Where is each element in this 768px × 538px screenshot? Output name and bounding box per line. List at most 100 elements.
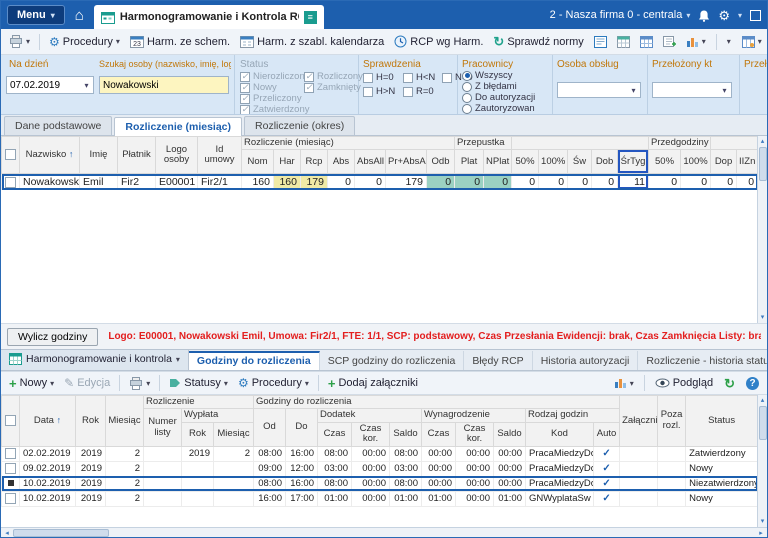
scroll-up-icon[interactable]: ▴ bbox=[761, 136, 765, 147]
checkbox-przeliczony[interactable]: ✓ Przeliczony bbox=[240, 93, 302, 104]
tab-godziny-do-rozliczenia[interactable]: Godziny do rozliczenia bbox=[188, 351, 320, 370]
col-miesiac[interactable]: Miesiąc bbox=[105, 395, 144, 447]
date-field[interactable] bbox=[7, 79, 80, 91]
cell-auto[interactable]: ✓ bbox=[592, 475, 621, 492]
scroll-thumb[interactable] bbox=[758, 406, 767, 440]
search-input[interactable] bbox=[100, 79, 228, 91]
col-50[interactable]: 50% bbox=[511, 149, 540, 175]
add-attachments-button[interactable]: + Dodaj załączniki bbox=[324, 375, 422, 392]
procedures-menu-lower[interactable]: ⚙ Procedury ▾ bbox=[234, 375, 313, 391]
checkbox-hgn[interactable]: H>N bbox=[363, 86, 395, 97]
checkbox-r0[interactable]: R=0 bbox=[403, 86, 434, 97]
col-nazwisko[interactable]: Nazwisko ↑ bbox=[19, 135, 80, 175]
menu-button[interactable]: Menu ▾ bbox=[7, 5, 65, 25]
col-odb[interactable]: Odb bbox=[425, 149, 456, 175]
radio-wszyscy[interactable]: Wszyscy bbox=[462, 70, 512, 81]
scroll-left-icon[interactable]: ◂ bbox=[1, 529, 13, 537]
window-icon[interactable] bbox=[750, 9, 761, 21]
checkbox-hn[interactable]: H<N bbox=[403, 72, 435, 83]
radio-do-autoryzacji[interactable]: Do autoryzacji bbox=[462, 92, 535, 103]
bell-icon[interactable] bbox=[698, 9, 710, 22]
preview-button[interactable]: Podgląd bbox=[651, 375, 717, 391]
company-selector[interactable]: 2 - Nasza firma 0 - centrala ▾ bbox=[550, 9, 691, 21]
vertical-scrollbar[interactable]: ▴ ▾ bbox=[757, 395, 767, 527]
refresh-button-lower[interactable]: ↻ bbox=[720, 375, 739, 392]
col-dop[interactable]: Dop bbox=[710, 149, 738, 175]
horizontal-scrollbar[interactable]: ◂ ▸ bbox=[1, 527, 767, 537]
statuses-menu[interactable]: Statusy ▾ bbox=[165, 375, 232, 391]
calculate-hours-button[interactable]: Wylicz godziny bbox=[7, 327, 99, 346]
view-columns-menu[interactable]: ▾ bbox=[738, 34, 766, 50]
col-sw[interactable]: Św bbox=[567, 149, 593, 175]
col-zalacznik[interactable]: Załącznik bbox=[619, 395, 659, 447]
col-status[interactable]: Status bbox=[685, 395, 759, 447]
col-data[interactable]: Data ↑ bbox=[19, 395, 76, 447]
select-all-header-lower[interactable] bbox=[1, 395, 20, 447]
col-wyn-czas[interactable]: Czas bbox=[421, 421, 456, 447]
col-wyn-saldo[interactable]: Saldo bbox=[493, 421, 526, 447]
rcp-entries-button[interactable] bbox=[590, 34, 611, 50]
row-select-cell[interactable] bbox=[1, 490, 20, 507]
checkbox-h0[interactable]: H=0 bbox=[363, 72, 394, 83]
col-iizn[interactable]: IIZn bbox=[736, 149, 759, 175]
summary-table-button[interactable] bbox=[636, 34, 657, 50]
new-button[interactable]: + Nowy ▾ bbox=[5, 375, 58, 392]
search-box[interactable] bbox=[99, 76, 229, 94]
scroll-thumb[interactable] bbox=[758, 147, 767, 181]
col-wyplata-miesiac[interactable]: Miesiąc bbox=[213, 421, 254, 447]
col-logo-osoby[interactable]: Logo osoby bbox=[155, 135, 198, 175]
scroll-thumb[interactable] bbox=[13, 528, 109, 537]
tab-rozliczenie-okres[interactable]: Rozliczenie (okres) bbox=[244, 116, 356, 135]
print-button[interactable]: ▾ bbox=[5, 33, 34, 50]
select-all-header[interactable] bbox=[1, 135, 20, 175]
tab-historia-autoryzacji[interactable]: Historia autoryzacji bbox=[533, 351, 639, 370]
col-numer-listy[interactable]: Numer listy bbox=[143, 408, 182, 447]
select-all-checkbox[interactable] bbox=[5, 149, 16, 161]
row-select-cell[interactable] bbox=[1, 445, 20, 462]
chevron-down-icon[interactable]: ▾ bbox=[718, 86, 731, 95]
col-dodatek-czas[interactable]: Czas bbox=[317, 421, 352, 447]
col-auto[interactable]: Auto bbox=[592, 421, 621, 447]
col-wyplata-rok[interactable]: Rok bbox=[181, 421, 214, 447]
col-rcp[interactable]: Rcp bbox=[300, 149, 328, 175]
tab-rozliczenie-historia[interactable]: Rozliczenie - historia statusów bbox=[638, 351, 767, 370]
date-input[interactable]: ▾ bbox=[6, 76, 94, 94]
col-id-umowy[interactable]: Id umowy bbox=[197, 135, 242, 175]
edit-button[interactable]: ✎ Edycja bbox=[60, 375, 114, 391]
harmonogram-from-schema-button[interactable]: 23 Harm. ze schem. bbox=[126, 33, 234, 50]
col-przed-50[interactable]: 50% bbox=[648, 149, 682, 175]
operator-select[interactable]: ▾ bbox=[557, 82, 641, 98]
checkbox-nierozliczony[interactable]: ✓ Nierozliczony bbox=[240, 71, 310, 82]
col-poza-rozl[interactable]: Poza rozl. bbox=[657, 395, 687, 447]
hours-row[interactable]: 02.02.2019 2019 2 2019 2 08:00 16:00 08:… bbox=[1, 445, 759, 462]
scroll-up-icon[interactable]: ▴ bbox=[761, 395, 765, 406]
col-przed-100[interactable]: 100% bbox=[680, 149, 712, 175]
radio-z-bledami[interactable]: Z błędami bbox=[462, 81, 517, 92]
col-do[interactable]: Do bbox=[285, 408, 318, 447]
row-select-cell[interactable] bbox=[1, 475, 20, 492]
scroll-down-icon[interactable]: ▾ bbox=[761, 312, 765, 323]
help-button-lower[interactable]: ? bbox=[742, 375, 763, 392]
rcp-by-harmonogram-button[interactable]: RCP wg Harm. bbox=[390, 33, 487, 50]
col-od[interactable]: Od bbox=[253, 408, 286, 447]
cell-auto[interactable]: ✓ bbox=[592, 490, 621, 507]
col-absall[interactable]: AbsAll bbox=[354, 149, 386, 175]
chart-menu[interactable]: ▾ bbox=[682, 34, 710, 50]
tab-scp-godziny[interactable]: SCP godziny do rozliczenia bbox=[320, 351, 465, 370]
col-nom[interactable]: Nom bbox=[241, 149, 274, 175]
col-nplat[interactable]: NPlat bbox=[483, 149, 513, 175]
row-checkbox[interactable] bbox=[5, 493, 16, 505]
row-select-cell[interactable] bbox=[1, 460, 20, 477]
radio-zautoryzowane[interactable]: Zautoryzowan bbox=[462, 103, 535, 114]
print-button-lower[interactable]: ▾ bbox=[125, 375, 154, 392]
cell-auto[interactable]: ✓ bbox=[592, 460, 621, 477]
row-checkbox[interactable] bbox=[5, 463, 16, 475]
row-checkbox[interactable] bbox=[5, 176, 16, 188]
supervisor-field[interactable] bbox=[653, 84, 718, 96]
checkbox-nowy[interactable]: ✓ Nowy bbox=[240, 82, 277, 93]
cell-auto[interactable]: ✓ bbox=[592, 445, 621, 462]
col-plat[interactable]: Plat bbox=[454, 149, 485, 175]
col-srtyg[interactable]: ŚrTyg bbox=[617, 149, 650, 175]
col-platnik[interactable]: Płatnik bbox=[117, 135, 156, 175]
hours-row-selected[interactable]: 10.02.2019 2019 2 08:00 16:00 08:00 00:0… bbox=[1, 475, 759, 492]
